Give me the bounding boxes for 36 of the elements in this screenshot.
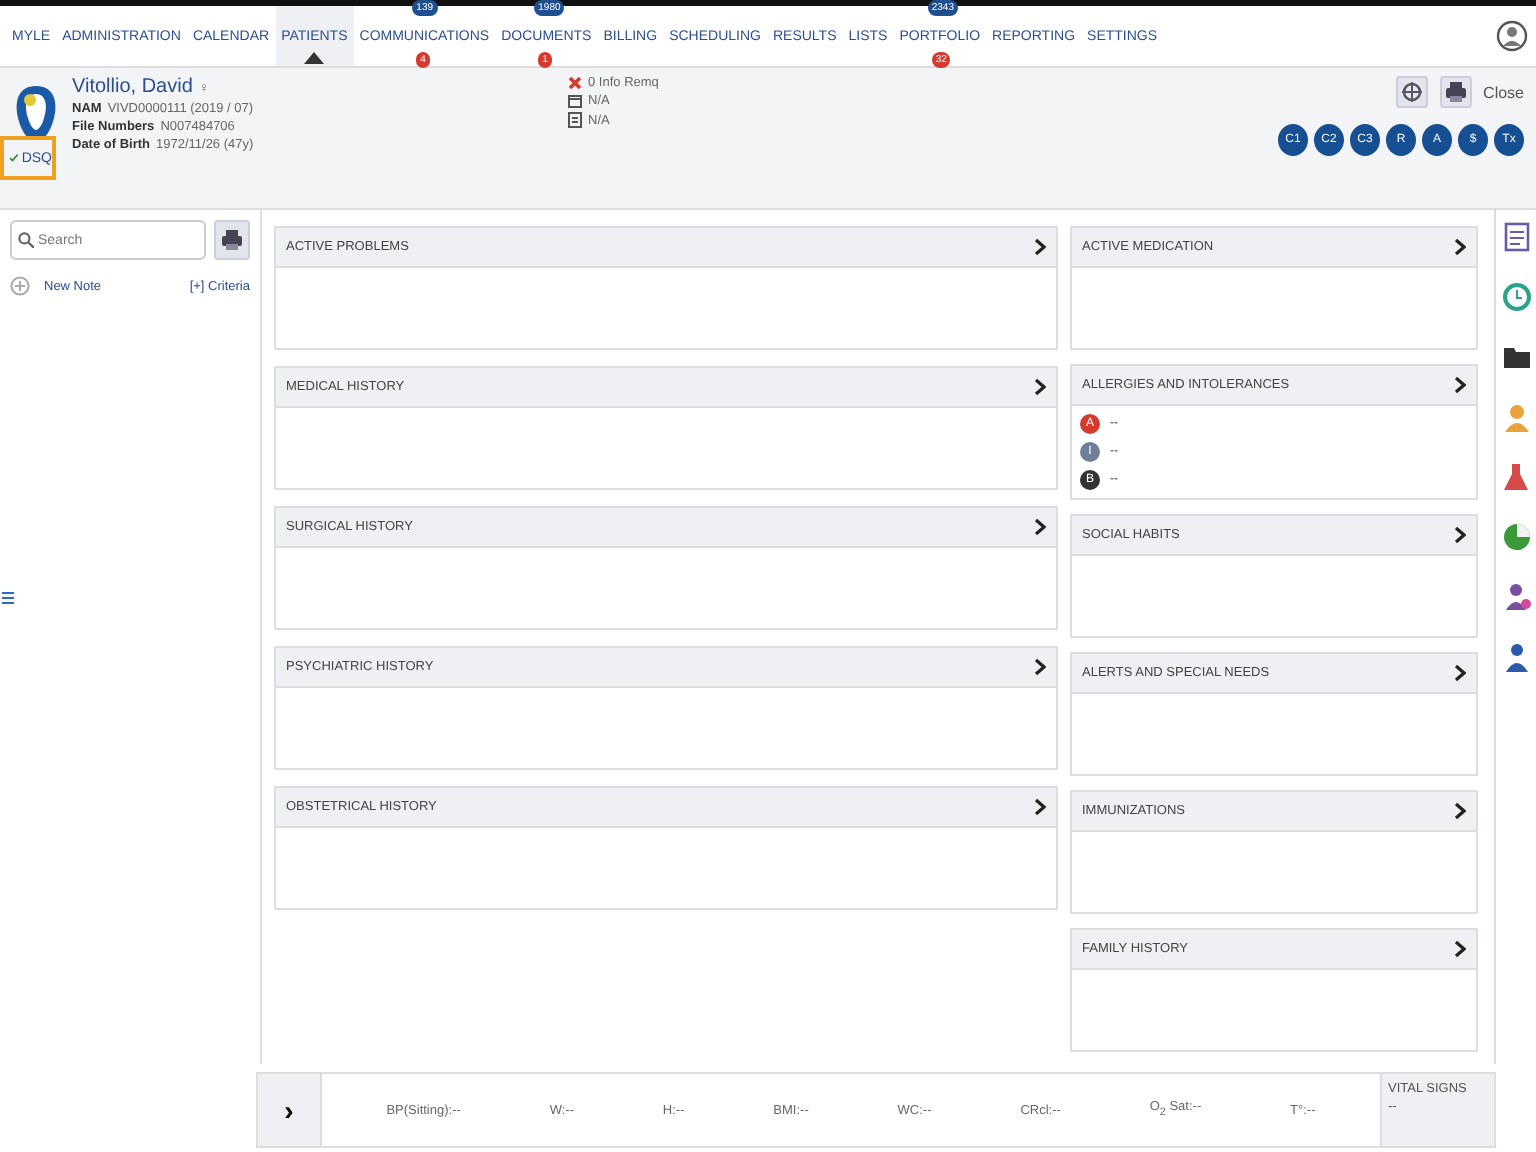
print-button[interactable]: [214, 220, 250, 260]
chevron-icon: [1034, 238, 1046, 256]
check-icon: [10, 150, 18, 166]
expand-button[interactable]: ›: [258, 1074, 322, 1146]
clock-icon[interactable]: [1501, 282, 1531, 312]
patient-name: Vitollio, David: [72, 76, 193, 98]
chevron-icon: [1454, 664, 1466, 682]
list-icon[interactable]: [1501, 222, 1531, 252]
target-button[interactable]: [1395, 76, 1428, 108]
folder-icon[interactable]: [1501, 342, 1531, 372]
user-avatar-icon[interactable]: [1496, 20, 1528, 52]
crosshair-icon: [1401, 82, 1422, 102]
document-icon: [568, 112, 582, 128]
chevron-icon: [1454, 376, 1466, 394]
chevron-icon: [1034, 378, 1046, 396]
add-icon: [10, 276, 30, 296]
printer-icon: [1445, 82, 1466, 102]
pie-chart-icon[interactable]: [1501, 522, 1531, 552]
chevron-icon: [1454, 802, 1466, 820]
print-button[interactable]: [1439, 76, 1472, 108]
printer-icon: [222, 230, 242, 250]
chevron-icon: [1034, 658, 1046, 676]
search-icon: [18, 232, 34, 248]
cross-icon: [568, 76, 582, 90]
caret-icon: [304, 52, 325, 64]
person-icon[interactable]: [1501, 642, 1531, 672]
menu-icon[interactable]: [2, 592, 14, 604]
calendar-icon: [568, 94, 582, 108]
chevron-icon: [1034, 518, 1046, 536]
chevron-icon: [1454, 238, 1466, 256]
chevron-icon: [1454, 526, 1466, 544]
chevron-icon: [1454, 940, 1466, 958]
flask-icon[interactable]: [1501, 462, 1531, 492]
chevron-icon: [1034, 798, 1046, 816]
person-icon[interactable]: [1501, 582, 1531, 612]
close-button[interactable]: Close: [1483, 83, 1524, 101]
